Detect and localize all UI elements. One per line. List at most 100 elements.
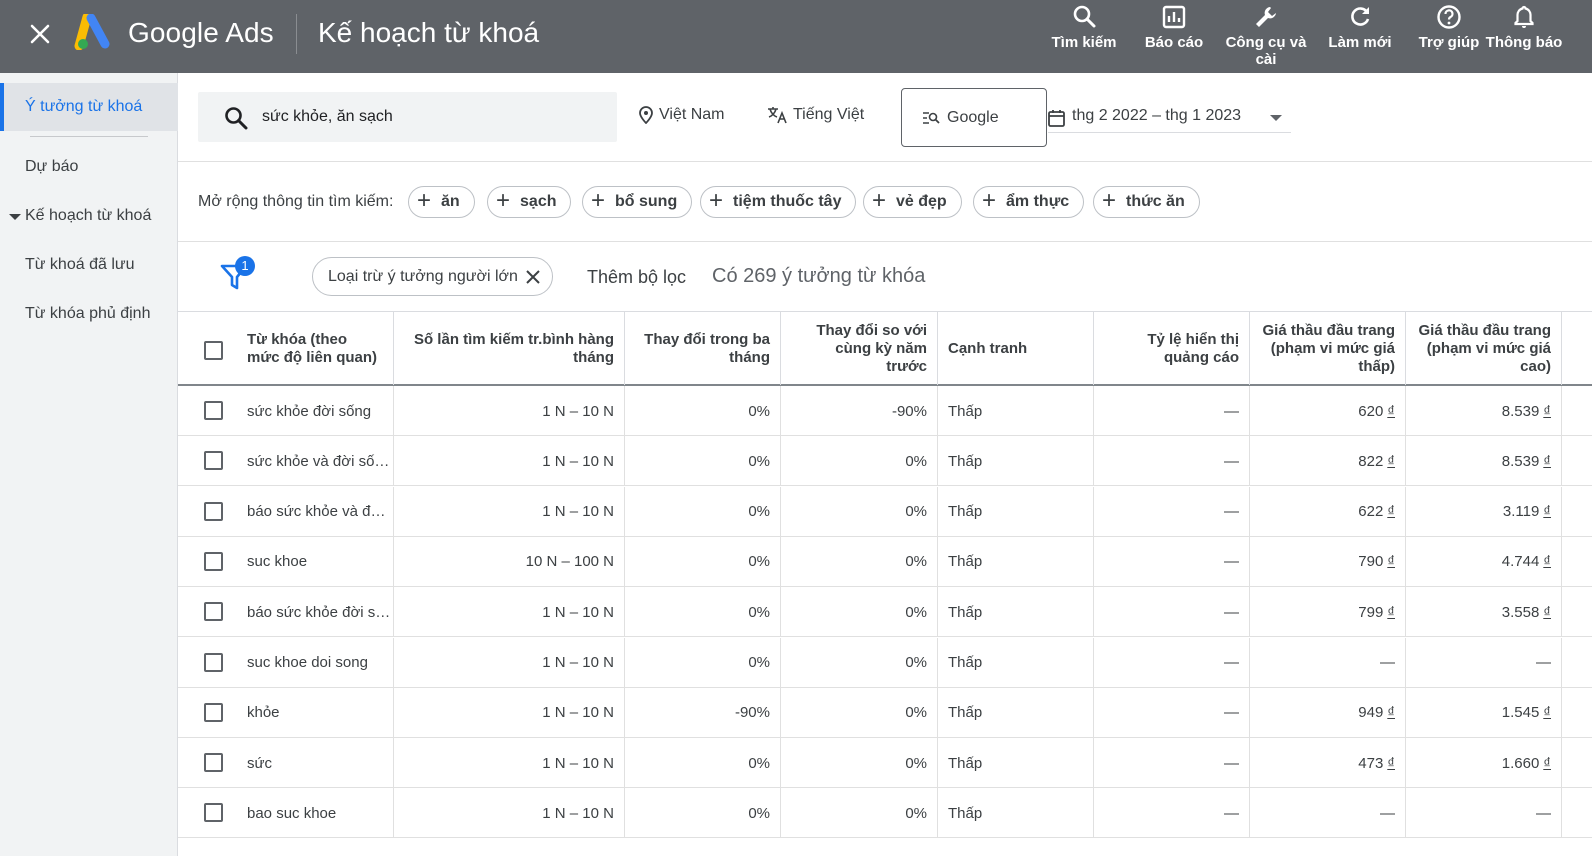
cell-impression-share-value: — (1224, 704, 1239, 722)
column-header-bid-low[interactable]: Giá thầu đầu trang (phạm vi mức giá thấp… (1250, 312, 1406, 385)
row-checkbox[interactable] (204, 501, 223, 521)
caret-down-icon (9, 214, 21, 220)
row-checkbox[interactable] (204, 652, 223, 672)
table-row[interactable]: sức khỏe đời sống 1 N – 10 N 0% -90% Thấp — 62… (178, 386, 1592, 436)
plus-icon: + (709, 187, 724, 214)
cell-bid-high: 3.558 ₫ (1406, 587, 1562, 638)
table-row[interactable]: báo sức khỏe đời s… 1 N – 10 N 0% 0% Thấp — 79… (178, 587, 1592, 638)
cell-three-month-change: 0% (625, 788, 781, 839)
plus-icon: + (982, 187, 997, 214)
keyword-idea-count: Có 269 ý tưởng từ khóa (712, 265, 926, 287)
row-checkbox[interactable] (204, 401, 223, 420)
cell-bid-low: 790 ₫ (1250, 536, 1406, 587)
tools-action[interactable]: Công cụ và cài (1221, 4, 1311, 68)
table-row[interactable]: suc khoe 10 N – 100 N 0% 0% Thấp —790 ₫ 4.744 ₫ (178, 536, 1592, 587)
sidebar-item-negative-keywords[interactable]: Từ khóa phủ định (0, 290, 178, 338)
help-icon (1437, 5, 1461, 29)
broaden-chip[interactable]: + tiệm thuốc tây (700, 186, 857, 218)
date-range-selector[interactable]: thg 2 2022 – thg 1 2023 (1048, 103, 1291, 133)
cell-yoy-change-value: 0% (905, 452, 927, 470)
cell-bid-high-value: 8.539 (1501, 452, 1540, 470)
cell-avg-monthly-searches-value: 1 N – 10 N (542, 402, 614, 420)
cell-avg-monthly-searches: 1 N – 10 N (394, 738, 625, 789)
search-action[interactable]: Tìm kiếm (1039, 4, 1129, 51)
cell-yoy-change-value: 0% (905, 804, 927, 822)
currency-symbol: ₫ (1387, 402, 1395, 420)
cell-impression-share: — (1094, 738, 1250, 789)
location-selector[interactable]: Việt Nam (639, 106, 725, 124)
broaden-chip[interactable]: + ẩm thực (973, 186, 1085, 218)
cell-three-month-change: 0% (625, 386, 781, 436)
cell-bid-high: 1.660 ₫ (1406, 738, 1562, 789)
select-all-checkbox[interactable] (204, 341, 223, 360)
cell-bid-high-value: — (1536, 654, 1551, 671)
cell-bid-high-value: 1.545 (1501, 704, 1540, 722)
row-checkbox[interactable] (204, 702, 223, 722)
language-label: Tiếng Việt (793, 106, 865, 123)
table-row[interactable]: sức 1 N – 10 N 0% 0% Thấp —473 ₫ 1.660 ₫ (178, 738, 1592, 789)
keyword-search-input[interactable]: sức khỏe, ăn sạch (198, 92, 617, 142)
wrench-icon (1256, 7, 1276, 27)
close-icon[interactable] (24, 18, 56, 50)
column-header-avg-monthly-searches[interactable]: Số lần tìm kiếm tr.bình hàng tháng (394, 312, 625, 385)
sidebar-item-saved-keywords[interactable]: Từ khoá đã lưu (0, 241, 178, 289)
network-label: Google (947, 109, 999, 126)
currency-symbol: ₫ (1387, 603, 1395, 621)
column-header-yoy-change[interactable]: Thay đổi so với cùng kỳ năm trước (781, 312, 938, 385)
column-header-three-month-change[interactable]: Thay đổi trong ba tháng (625, 312, 781, 385)
row-checkbox[interactable] (204, 551, 223, 571)
calendar-icon (1048, 110, 1065, 127)
plus-icon: + (872, 187, 887, 214)
cell-avg-monthly-searches-value: 1 N – 10 N (542, 452, 614, 470)
column-header-impression-share[interactable]: Tỷ lệ hiển thị quảng cáo (1094, 312, 1250, 385)
broaden-chip[interactable]: + sạch (487, 186, 572, 218)
broaden-chip[interactable]: + thức ăn (1093, 186, 1200, 218)
language-selector[interactable]: Tiếng Việt (767, 106, 864, 124)
search-network-selector[interactable]: Google (901, 88, 1047, 147)
cell-competition: Thấp (938, 486, 1094, 537)
broaden-chip[interactable]: + ăn (408, 186, 475, 218)
notifications-action[interactable]: Thông báo (1479, 4, 1569, 51)
cell-avg-monthly-searches: 1 N – 10 N (394, 637, 625, 688)
table-row[interactable]: khỏe 1 N – 10 N -90% 0% Thấp —949 ₫ 1.545 ₫ (178, 687, 1592, 738)
cell-keyword-value: sức khỏe đời sống (247, 402, 372, 420)
table-row[interactable]: báo sức khỏe và đ… 1 N – 10 N 0% 0% Thấp — 622… (178, 486, 1592, 537)
active-filter-chip[interactable]: Loại trừ ý tưởng người lớn (312, 257, 553, 296)
sidebar-item-keyword-plan[interactable]: Kế hoạch từ khoá (0, 192, 178, 240)
cell-bid-low-value: 799 (1358, 603, 1384, 621)
column-header-bid-high[interactable]: Giá thầu đầu trang (phạm vi mức giá cao) (1406, 312, 1562, 385)
table-row[interactable]: suc khoe doi song 1 N – 10 N 0% 0% Thấp — — — (178, 637, 1592, 688)
broaden-chip[interactable]: + bổ sung (582, 186, 693, 218)
close-icon[interactable] (524, 268, 542, 286)
table-row[interactable]: sức khỏe và đời số… 1 N – 10 N 0% 0% Thấp — 82… (178, 436, 1592, 487)
cell-three-month-change-value: 0% (748, 452, 770, 470)
reports-action[interactable]: Báo cáo (1129, 4, 1219, 51)
chip-label: sạch (520, 193, 557, 210)
sidebar-item-forecast[interactable]: Dự báo (0, 143, 178, 191)
row-checkbox[interactable] (204, 803, 223, 823)
cell-keyword: suc khoe (237, 536, 394, 587)
chip-label: tiệm thuốc tây (733, 193, 842, 210)
broaden-chip[interactable]: + vẻ đẹp (863, 186, 962, 218)
cell-avg-monthly-searches: 10 N – 100 N (394, 536, 625, 587)
search-value: sức khỏe, ăn sạch (262, 108, 393, 125)
sidebar-item-keyword-ideas[interactable]: Ý tưởng từ khoá (0, 83, 178, 131)
cell-bid-low: — (1250, 788, 1406, 839)
page-title: Kế hoạch từ khoá (318, 17, 540, 48)
add-filter-button[interactable]: Thêm bộ lọc (587, 267, 686, 288)
cell-impression-share: — (1094, 788, 1250, 839)
table-row[interactable]: bao suc khoe 1 N – 10 N 0% 0% Thấp — — — (178, 788, 1592, 839)
refresh-action[interactable]: Làm mới (1315, 4, 1405, 51)
row-checkbox[interactable] (204, 451, 223, 471)
cell-bid-low-value: 622 (1358, 503, 1384, 521)
cell-competition: Thấp (938, 536, 1094, 587)
row-checkbox[interactable] (204, 602, 223, 622)
cell-competition: Thấp (938, 637, 1094, 688)
row-checkbox[interactable] (204, 753, 223, 773)
column-header-keyword[interactable]: Từ khóa (theo mức độ liên quan) (237, 312, 394, 385)
cell-competition-value: Thấp (948, 402, 983, 420)
cell-impression-share-value: — (1224, 553, 1239, 571)
column-header-competition[interactable]: Cạnh tranh (938, 312, 1094, 385)
sidebar-divider (30, 136, 148, 137)
sidebar-item-label: Kế hoạch từ khoá (25, 207, 152, 224)
